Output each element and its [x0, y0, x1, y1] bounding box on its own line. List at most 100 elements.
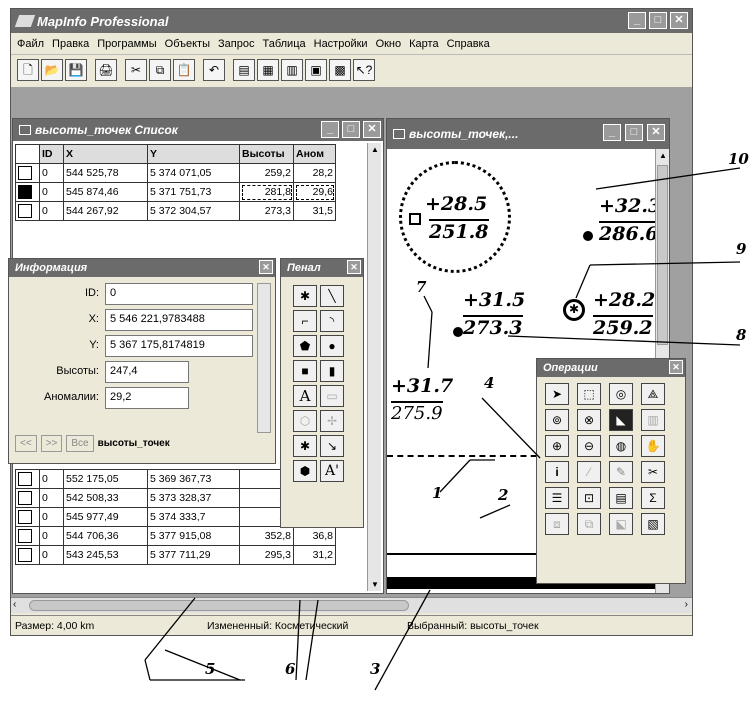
add-node-tool-icon[interactable]: ✢	[320, 410, 344, 432]
list-minimize-button[interactable]: _	[321, 121, 339, 138]
save-icon[interactable]: 💾	[65, 59, 87, 81]
text-tool-icon[interactable]: A	[293, 385, 317, 407]
scroll-thumb[interactable]	[29, 600, 409, 611]
polygon-select-icon[interactable]: ⟁	[641, 383, 665, 405]
ops-close-button[interactable]: ✕	[669, 360, 683, 374]
print-icon[interactable]: 🖨	[95, 59, 117, 81]
arc-tool-icon[interactable]: ◝	[320, 310, 344, 332]
region-style-icon[interactable]: ⬢	[293, 460, 317, 482]
list-close-button[interactable]: ✕	[363, 121, 381, 138]
menu-programs[interactable]: Программы	[93, 38, 160, 50]
col-header-height[interactable]: Высоты	[239, 144, 294, 164]
cell[interactable]: 5 374 333,7	[147, 507, 240, 527]
info-value-height[interactable]: 247,4	[105, 361, 189, 383]
cell[interactable]: 544 525,78	[63, 163, 148, 183]
polyline-tool-icon[interactable]: ⌐	[293, 310, 317, 332]
rectangle-tool-icon[interactable]: ■	[293, 360, 317, 382]
zoom-out-icon[interactable]: ⊖	[577, 435, 601, 457]
map-maximize-button[interactable]: □	[625, 124, 643, 141]
line-tool-icon[interactable]: ╲	[320, 285, 344, 307]
row-checkbox[interactable]	[18, 166, 32, 180]
menu-edit[interactable]: Правка	[48, 38, 93, 50]
col-header-y[interactable]: Y	[147, 144, 240, 164]
radius-select-icon[interactable]: ◎	[609, 383, 633, 405]
scroll-up-icon[interactable]: ▲	[371, 145, 379, 154]
layer-control-icon[interactable]: ☰	[545, 487, 569, 509]
next-record-button[interactable]: >>	[40, 435, 63, 452]
clip-region-icon[interactable]: ⧈	[545, 513, 569, 535]
point-marker[interactable]	[583, 231, 593, 241]
info-value-y[interactable]: 5 367 175,8174819	[105, 335, 253, 357]
cell[interactable]: 545 977,49	[63, 507, 148, 527]
open-icon[interactable]: 📂	[41, 59, 63, 81]
cell[interactable]: 36,8	[293, 526, 336, 546]
row-checkbox[interactable]	[18, 204, 32, 218]
cell[interactable]: 543 245,53	[63, 545, 148, 565]
cell-editing[interactable]: 281,8	[239, 182, 294, 202]
row-checkbox[interactable]	[18, 491, 32, 505]
new-mapper-icon[interactable]: ▦	[257, 59, 279, 81]
symbol-tool-icon[interactable]: ✱	[293, 285, 317, 307]
map-window-icon[interactable]: ▧	[641, 513, 665, 535]
new-layout-icon[interactable]: ▣	[305, 59, 327, 81]
cell[interactable]: 0	[39, 201, 64, 221]
cell[interactable]: 31,5	[293, 201, 336, 221]
info-value-id[interactable]: 0	[105, 283, 253, 305]
selected-point-marker[interactable]: ✱	[563, 299, 585, 321]
table-row[interactable]: 0 544 525,78 5 374 071,05 259,2 28,2	[15, 163, 336, 183]
cell[interactable]: 542 508,33	[63, 488, 148, 508]
point-marker[interactable]	[453, 327, 463, 337]
cell[interactable]: 0	[39, 507, 64, 527]
cell[interactable]: 0	[39, 163, 64, 183]
cell[interactable]: 552 175,05	[63, 469, 148, 489]
cell[interactable]: 0	[39, 488, 64, 508]
cell[interactable]: 0	[39, 526, 64, 546]
set-clip-icon[interactable]: ⧉	[577, 513, 601, 535]
cell[interactable]: 5 372 304,57	[147, 201, 240, 221]
map-minimize-button[interactable]: _	[603, 124, 621, 141]
scroll-down-icon[interactable]: ▼	[371, 580, 379, 589]
cell[interactable]: 544 267,92	[63, 201, 148, 221]
hotlink-icon[interactable]: ⁄	[577, 461, 601, 483]
cell[interactable]: 0	[39, 182, 64, 202]
undo-icon[interactable]: ↶	[203, 59, 225, 81]
cell[interactable]: 544 706,36	[63, 526, 148, 546]
boundary-select-icon[interactable]: ⊚	[545, 409, 569, 431]
cell[interactable]: 5 377 915,08	[147, 526, 240, 546]
table-row[interactable]: 0 543 245,53 5 377 711,29 295,3 31,2	[15, 545, 336, 565]
prev-record-button[interactable]: <<	[15, 435, 37, 452]
reshape-tool-icon[interactable]: ⬡	[293, 410, 317, 432]
cell[interactable]: 29,6	[293, 182, 336, 202]
change-view-icon[interactable]: ◍	[609, 435, 633, 457]
redistrict-icon[interactable]: ▩	[329, 59, 351, 81]
graph-select-icon[interactable]: ▥	[641, 409, 665, 431]
horizontal-scrollbar[interactable]: ‹ ›	[11, 597, 692, 613]
table-row[interactable]: 0 544 267,92 5 372 304,57 273,3 31,5	[15, 201, 336, 221]
info-scrollbar[interactable]	[257, 283, 271, 433]
invert-selection-icon[interactable]: ◣	[609, 409, 633, 431]
new-icon[interactable]: 🗋	[17, 59, 39, 81]
row-checkbox[interactable]	[18, 510, 32, 524]
zoom-in-icon[interactable]: ⊕	[545, 435, 569, 457]
cell[interactable]: 28,2	[293, 163, 336, 183]
cell[interactable]: 5 374 071,05	[147, 163, 240, 183]
col-header-id[interactable]: ID	[39, 144, 64, 164]
info-value-anomaly[interactable]: 29,2	[105, 387, 189, 409]
map-close-button[interactable]: ✕	[647, 124, 665, 141]
row-checkbox[interactable]	[18, 529, 32, 543]
table-row[interactable]: 0 544 706,36 5 377 915,08 352,8 36,8	[15, 526, 336, 546]
unselect-all-icon[interactable]: ⊗	[577, 409, 601, 431]
cell[interactable]: 31,2	[293, 545, 336, 565]
frame-tool-icon[interactable]: ▭	[320, 385, 344, 407]
drag-map-icon[interactable]: ⬕	[609, 513, 633, 535]
cell[interactable]: 352,8	[239, 526, 294, 546]
rounded-rect-tool-icon[interactable]: ▮	[320, 360, 344, 382]
show-legend-icon[interactable]: ▤	[609, 487, 633, 509]
scroll-right-icon[interactable]: ›	[685, 599, 688, 610]
cell[interactable]: 259,2	[239, 163, 294, 183]
select-arrow-icon[interactable]: ➤	[545, 383, 569, 405]
statistics-icon[interactable]: Σ	[641, 487, 665, 509]
cell[interactable]: 0	[39, 469, 64, 489]
info-tool-icon[interactable]: i	[545, 461, 569, 483]
cell[interactable]: 5 371 751,73	[147, 182, 240, 202]
